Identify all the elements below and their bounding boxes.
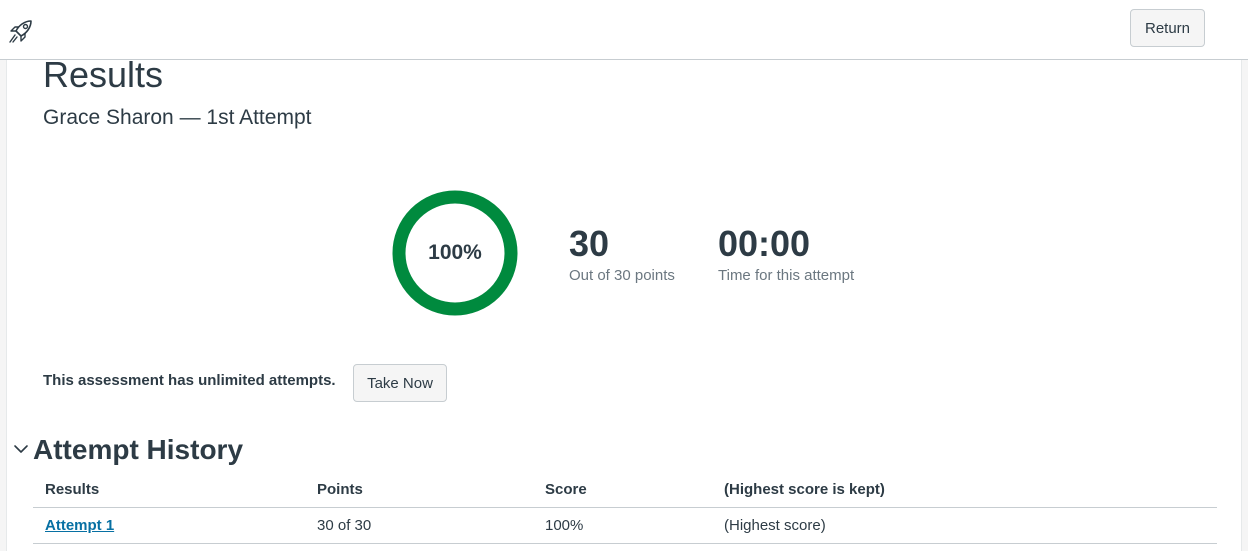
take-now-button[interactable]: Take Now — [353, 364, 447, 402]
points-stat: 30 Out of 30 points — [569, 222, 675, 286]
chevron-down-icon[interactable] — [12, 440, 30, 458]
attempt-subtitle: Grace Sharon — 1st Attempt — [43, 106, 312, 129]
attempt-history-table: Results Points Score (Highest score is k… — [33, 472, 1217, 544]
attempt-history-title[interactable]: Attempt History — [33, 432, 243, 468]
time-caption: Time for this attempt — [718, 267, 855, 284]
column-header-points: Points — [317, 481, 363, 498]
rocket-icon — [9, 20, 32, 43]
right-rail — [1241, 60, 1248, 551]
points-value: 30 — [569, 223, 610, 264]
time-value: 00:00 — [718, 223, 811, 264]
points-cell: 30 of 30 — [317, 517, 372, 534]
page-title: Results — [43, 54, 164, 95]
points-caption: Out of 30 points — [569, 267, 675, 284]
top-bar: Return — [0, 0, 1248, 60]
table-row: Attempt 1 30 of 30 100% (Highest score) — [33, 508, 1217, 544]
score-cell: 100% — [545, 517, 584, 534]
column-header-score: Score — [545, 481, 587, 498]
column-header-results: Results — [45, 481, 100, 498]
highest-note-cell: (Highest score) — [724, 517, 826, 534]
time-stat: 00:00 Time for this attempt — [718, 222, 854, 286]
column-header-kept: (Highest score is kept) — [724, 481, 885, 498]
return-button[interactable]: Return — [1130, 9, 1205, 47]
attempt-cell: Attempt 1 — [45, 508, 114, 544]
score-percent: 100% — [428, 241, 482, 264]
left-rail — [0, 60, 7, 551]
attempts-note: This assessment has unlimited attempts. — [43, 372, 336, 389]
attempt-link[interactable]: Attempt 1 — [45, 517, 114, 534]
table-header-row: Results Points Score (Highest score is k… — [33, 472, 1217, 508]
